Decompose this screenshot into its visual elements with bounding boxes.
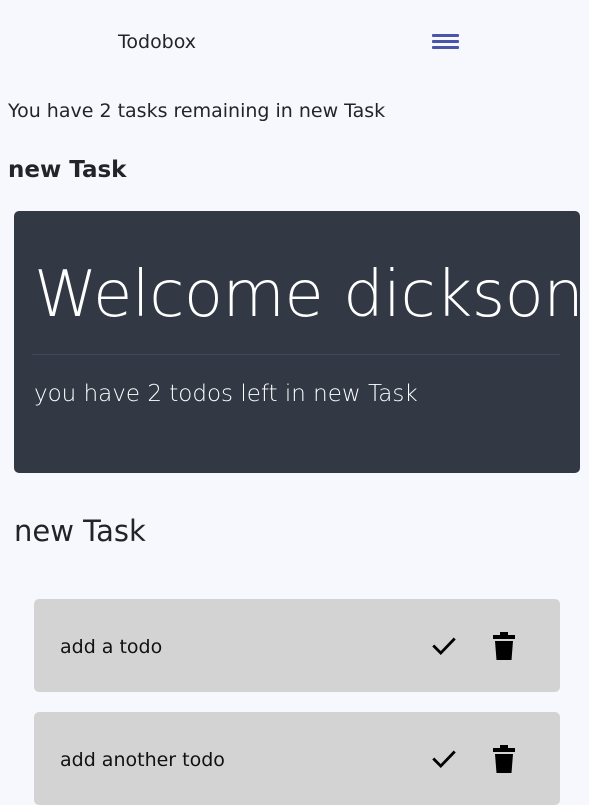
hamburger-line bbox=[432, 34, 459, 37]
welcome-heading: Welcome dickson bbox=[34, 258, 584, 332]
todo-item-text: add another todo bbox=[60, 749, 225, 771]
navbar: Todobox bbox=[0, 0, 589, 86]
checkmark-icon[interactable] bbox=[431, 746, 457, 772]
todo-list-title: new Task bbox=[14, 514, 146, 548]
trash-icon[interactable] bbox=[493, 632, 515, 660]
task-section-title: new Task bbox=[8, 157, 127, 183]
todos-left-text: you have 2 todos left in new Task bbox=[34, 381, 418, 407]
welcome-jumbotron: Welcome dickson you have 2 todos left in… bbox=[14, 211, 584, 473]
hamburger-menu-icon[interactable] bbox=[432, 32, 460, 52]
hamburger-line bbox=[432, 46, 459, 49]
todo-item-text: add a todo bbox=[60, 636, 163, 658]
brand-link[interactable]: Todobox bbox=[118, 31, 196, 53]
hamburger-line bbox=[432, 40, 459, 43]
todo-item: add another todo bbox=[34, 712, 560, 805]
todo-item: add a todo bbox=[34, 599, 560, 692]
checkmark-icon[interactable] bbox=[431, 633, 457, 659]
trash-icon[interactable] bbox=[493, 745, 515, 773]
jumbotron-divider bbox=[32, 354, 560, 355]
remaining-tasks-text: You have 2 tasks remaining in new Task bbox=[8, 100, 386, 122]
